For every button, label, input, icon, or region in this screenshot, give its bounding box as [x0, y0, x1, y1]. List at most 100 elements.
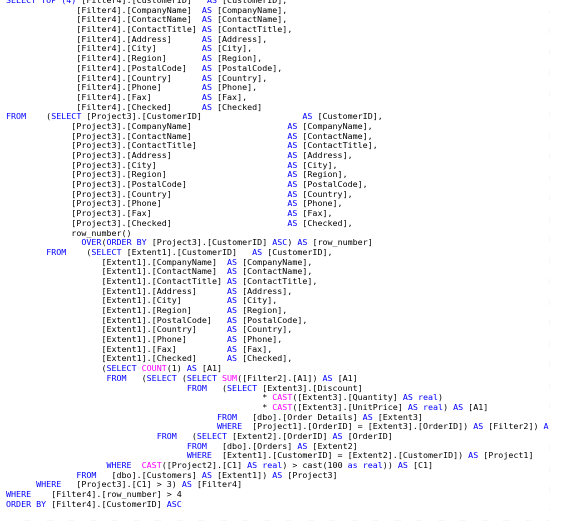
code-text: ([Project2].[C1]	[161, 460, 248, 470]
code-text: [Filter4].[Address]	[6, 33, 202, 44]
code-text: [Project3].[C1] > 3)	[61, 479, 182, 490]
code-text: [Project3].[Country]	[6, 188, 288, 199]
code-text: [Fax],	[237, 343, 273, 354]
sql-keyword: FROM	[6, 111, 27, 122]
code-text: [Filter4].[City]	[6, 43, 202, 54]
code-text: [Fax],	[211, 91, 248, 102]
code-text: [City],	[237, 295, 278, 306]
code-text: [Extent2].[OrderID]	[227, 430, 333, 441]
code-text: [Project3].[Address]	[6, 150, 288, 160]
sql-keyword: AS	[473, 421, 484, 432]
code-text: [Extent1].[Region]	[6, 305, 228, 315]
sql-keyword: AS	[287, 217, 298, 228]
sql-keyword: AS	[287, 130, 298, 141]
sql-keyword: AS	[287, 169, 298, 180]
code-text: [PostalCode],	[297, 179, 368, 190]
code-text: [CustomerID],	[262, 246, 333, 257]
code-text: [Filter4].[ContactName]	[6, 14, 202, 25]
code-text: [Extent1].[Country]	[6, 324, 228, 335]
sql-keyword: AS	[227, 285, 238, 296]
code-text: [PostalCode],	[237, 314, 308, 325]
code-text: [Region],	[297, 169, 348, 180]
sql-keyword: SELECT	[186, 372, 217, 383]
code-text: [Extent1].[Phone]	[6, 334, 228, 345]
sql-keyword: ORDER BY	[106, 237, 147, 248]
code-text: [PostalCode],	[211, 62, 283, 73]
sql-keyword: AS	[227, 353, 238, 364]
code-text: )	[443, 401, 454, 412]
code-text: [Fax],	[297, 208, 333, 219]
sql-function: CAST	[272, 401, 293, 412]
code-text: [A1]	[196, 363, 223, 374]
code-text: [Filter4].[PostalCode]	[6, 62, 202, 73]
sql-keyword: AS	[186, 363, 197, 374]
code-text: [Address],	[211, 33, 268, 44]
sql-keyword: AS	[201, 14, 212, 25]
code-text: [Extent1].[CustomerID] = [Extent2].[Cust…	[211, 450, 469, 461]
code-text: [Project3].[Region]	[6, 169, 288, 180]
sql-function: CAST	[272, 392, 293, 403]
code-text: [Project3].[CustomerID]	[146, 237, 273, 248]
code-text: (	[206, 382, 228, 393]
sql-keyword: ASC	[272, 237, 288, 248]
code-text: [C1]	[407, 460, 434, 470]
sql-keyword: AS	[322, 372, 333, 383]
sql-keyword: OVER	[81, 237, 102, 248]
code-text: [City],	[211, 43, 253, 54]
code-text: [Extent1].[ContactName]	[6, 266, 228, 277]
sql-keyword: AS	[201, 4, 212, 15]
code-text: [City],	[297, 159, 338, 170]
sql-keyword: WHERE	[36, 479, 62, 490]
code-text: )	[287, 237, 298, 248]
sql-keyword: AS	[201, 53, 212, 64]
sql-keyword: AS	[227, 334, 238, 345]
code-text: [A1]	[332, 372, 358, 383]
code-text: [Project3].[CompanyName]	[6, 120, 288, 131]
sql-keyword: AS	[201, 469, 212, 480]
code-text: [Extent1].[PostalCode]	[6, 314, 228, 325]
code-text: [Project3].[City]	[6, 159, 288, 170]
sql-keyword: AS	[201, 82, 212, 93]
sql-keyword: AS	[252, 246, 263, 257]
sql-keyword: SELECT	[51, 111, 82, 122]
sql-keyword: AS	[227, 295, 238, 306]
code-text: )	[438, 392, 444, 403]
code-text: [Project1].[OrderID] = [Extent3].[OrderI…	[242, 421, 474, 432]
code-text: ([Extent3].[UnitPrice]	[292, 401, 408, 412]
code-text: (	[66, 246, 92, 257]
code-text: [dbo].[Customers]	[96, 469, 202, 480]
code-text: [CustomerID],	[312, 111, 383, 122]
code-text: [Extent1].[Checked]	[6, 353, 228, 364]
code-text: ([Filter2].[A1])	[237, 372, 323, 383]
code-text: [CompanyName],	[237, 256, 313, 267]
code-text: [Phone],	[297, 198, 343, 209]
sql-keyword: AS	[227, 305, 238, 315]
code-text: [Filter4]	[191, 479, 243, 490]
code-text: [Country],	[211, 72, 268, 83]
code-text: [Checked]	[211, 101, 263, 112]
sql-keyword: FROM	[46, 246, 67, 257]
sql-keyword: AS	[287, 120, 298, 131]
code-text: [A1]	[463, 401, 489, 412]
sql-keyword: AS	[407, 401, 418, 412]
code-text: [dbo].[Order Details]	[237, 411, 363, 422]
sql-keyword: WHERE	[186, 450, 212, 461]
sql-keyword: AS	[201, 72, 212, 83]
sql-keyword: AS	[468, 450, 479, 461]
code-text: [ContactTitle],	[237, 275, 318, 286]
sql-keyword: SELECT	[196, 430, 228, 441]
sql-keyword: AS	[201, 91, 212, 102]
code-text: [Filter4].[Checked]	[6, 101, 202, 112]
code-text: [Address],	[237, 285, 293, 296]
sql-keyword: AS	[247, 460, 258, 470]
sql-keyword: AS	[453, 401, 464, 412]
sql-keyword: FROM	[186, 440, 207, 451]
